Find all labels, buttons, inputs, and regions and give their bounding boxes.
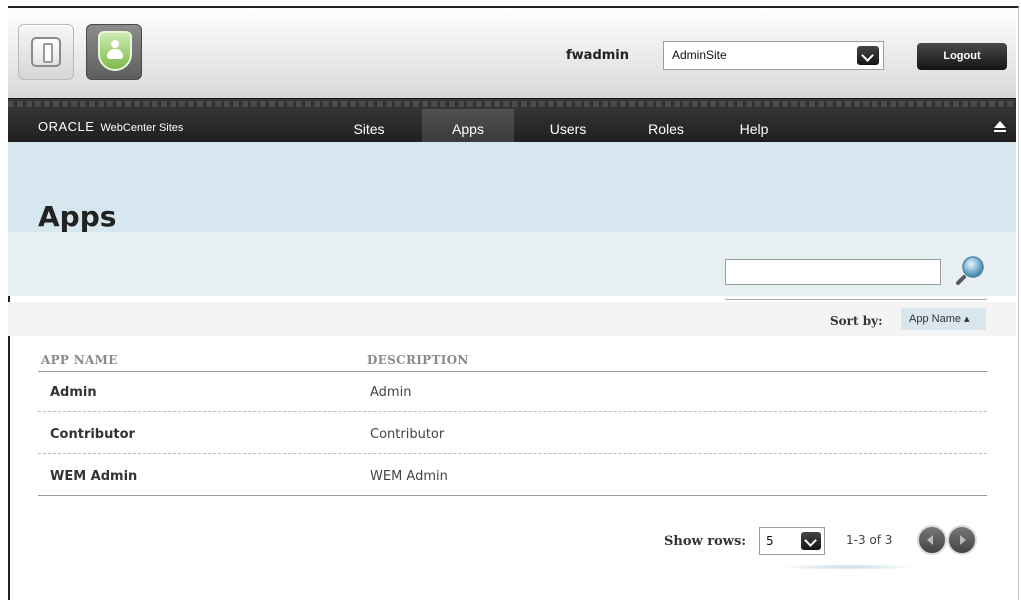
- pager-shadow: [778, 564, 918, 570]
- chevron-down-icon[interactable]: [801, 532, 821, 550]
- search-divider: [725, 299, 987, 300]
- brand-name: ORACLE: [38, 119, 95, 134]
- shield-user-icon: [98, 31, 132, 71]
- app-name-link[interactable]: Contributor: [50, 427, 135, 442]
- site-select-value: AdminSite: [672, 48, 727, 62]
- app-description: Admin: [370, 385, 412, 400]
- table-row[interactable]: Admin Admin: [38, 372, 987, 412]
- app-name-link[interactable]: Admin: [50, 385, 97, 400]
- pagination-range: 1-3 of 3: [846, 533, 893, 547]
- username-label: fwadmin: [566, 48, 630, 63]
- oracle-logo: ORACLE WebCenter Sites: [38, 119, 183, 134]
- admin-app-button[interactable]: [86, 24, 142, 80]
- page-title: Apps: [38, 200, 117, 233]
- fw-app-button[interactable]: [18, 24, 74, 80]
- top-header: fwadmin AdminSite Logout: [8, 8, 1016, 98]
- nav-help[interactable]: Help: [730, 109, 778, 143]
- site-select[interactable]: AdminSite: [663, 41, 884, 70]
- previous-page-button[interactable]: [917, 525, 947, 555]
- logout-button[interactable]: Logout: [917, 43, 1007, 70]
- column-header-app-name[interactable]: APP NAME: [41, 353, 118, 367]
- nav-sites[interactable]: Sites: [338, 109, 400, 143]
- rows-per-page-select[interactable]: 5: [759, 527, 825, 555]
- table-row[interactable]: Contributor Contributor: [38, 414, 987, 454]
- search-icon[interactable]: [955, 254, 987, 286]
- app-name-link[interactable]: WEM Admin: [50, 469, 137, 484]
- brand-product: WebCenter Sites: [100, 122, 184, 134]
- sort-button[interactable]: App Name ▴: [901, 308, 986, 330]
- app-description: WEM Admin: [370, 469, 448, 484]
- chevron-down-icon[interactable]: [857, 46, 879, 65]
- main-nav: ORACLE WebCenter Sites Sites Apps Users R…: [8, 98, 1016, 143]
- chevron-left-icon: [927, 535, 933, 545]
- nav-roles[interactable]: Roles: [638, 109, 694, 143]
- door-icon: [31, 37, 61, 67]
- app-description: Contributor: [370, 427, 445, 442]
- column-header-description: DESCRIPTION: [367, 353, 469, 367]
- table-row[interactable]: WEM Admin WEM Admin: [38, 456, 987, 496]
- rows-per-page-value: 5: [766, 534, 774, 548]
- chevron-right-icon: [960, 535, 966, 545]
- show-rows-label: Show rows:: [664, 534, 747, 549]
- title-band: [8, 142, 1016, 234]
- nav-apps[interactable]: Apps: [422, 109, 514, 143]
- next-page-button[interactable]: [947, 525, 977, 555]
- search-input[interactable]: [725, 259, 941, 285]
- sort-label: Sort by:: [830, 314, 883, 328]
- collapse-icon[interactable]: [994, 121, 1006, 132]
- nav-users[interactable]: Users: [538, 109, 598, 143]
